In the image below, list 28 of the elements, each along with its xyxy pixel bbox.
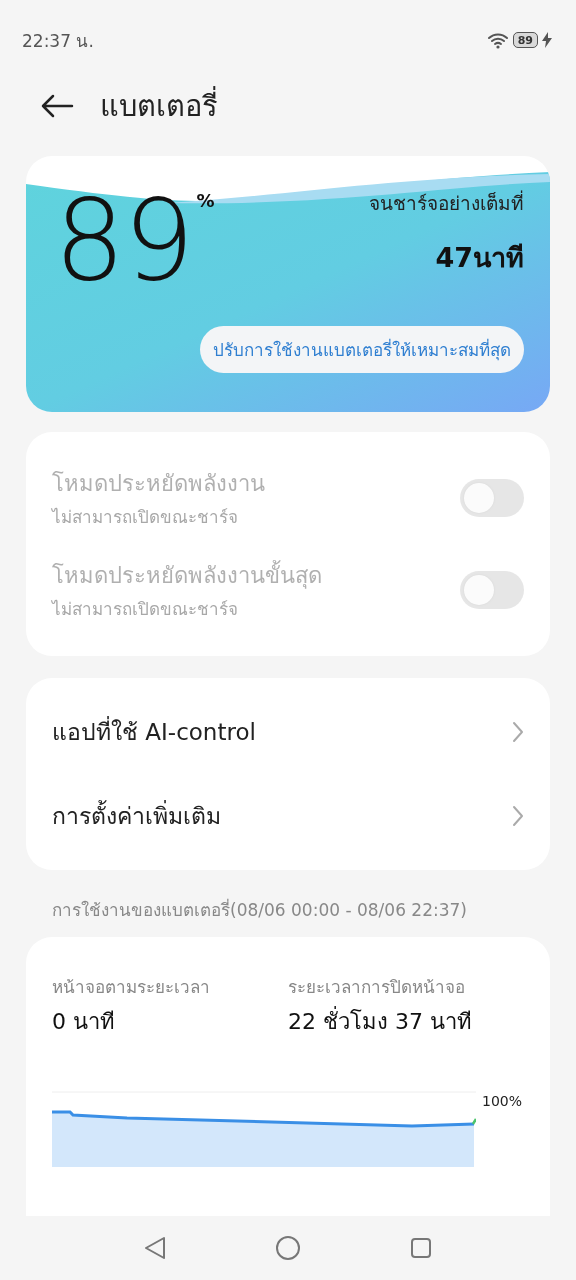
charge-time: 47นาที [435, 241, 524, 275]
page-title: แบตเตอรี่ [100, 83, 218, 129]
percent-sign: % [196, 190, 215, 211]
settings-link[interactable]: การตั้งค่าเพิ่มเติม [52, 798, 221, 834]
chevron-icon [512, 721, 524, 743]
settings-link[interactable]: แอปที่ใช้ AI-control [52, 714, 256, 750]
axis-label: 100% [482, 1093, 523, 1109]
charge-label: จนชาร์จอย่างเต็มที่ [369, 189, 524, 216]
stat-label: หน้าจอตามระยะเวลา [52, 976, 211, 999]
mode-title: โหมดประหยัดพลังงานขั้นสุด [52, 558, 322, 593]
status-time: 22:37 น. [22, 29, 94, 53]
mode-subtitle: ไม่สามารถเปิดขณะชาร์จ [52, 506, 239, 529]
charging-icon [542, 32, 552, 48]
wifi-icon [486, 31, 509, 49]
back-nav-icon[interactable] [144, 1236, 167, 1260]
stat-label: ระยะเวลาการปิดหน้าจอ [288, 976, 466, 999]
back-icon[interactable] [40, 94, 74, 118]
stat-value: 0 นาที [52, 1008, 116, 1036]
recents-icon[interactable] [409, 1237, 432, 1259]
optimize-button[interactable]: ปรับการใช้งานแบตเตอรี่ให้เหมาะสมที่สุด [200, 326, 524, 373]
mode-title: โหมดประหยัดพลังงาน [52, 470, 265, 498]
usage-heading: การใช้งานของแบตเตอรี่(08/06 00:00 - 08/06 22:37) [51, 897, 468, 922]
home-icon[interactable] [275, 1235, 301, 1261]
battery-percentage: 89 [54, 184, 193, 296]
mode-subtitle: ไม่สามารถเปิดขณะชาร์จ [52, 598, 239, 621]
chevron-icon [512, 805, 524, 827]
stat-value: 22 ชั่วโมง 37 นาที [288, 1004, 524, 1039]
battery-indicator: 89 [512, 32, 538, 48]
